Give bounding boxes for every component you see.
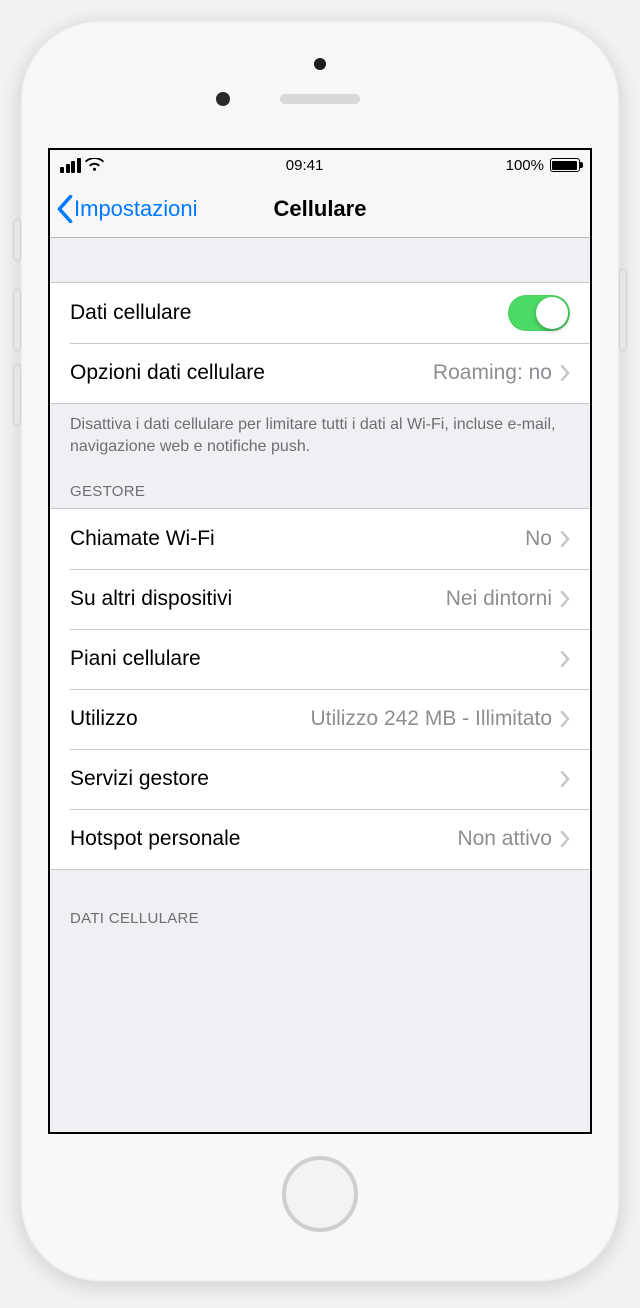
- personal-hotspot-row[interactable]: Hotspot personale Non attivo: [50, 809, 590, 869]
- personal-hotspot-value: Non attivo: [457, 827, 552, 851]
- chevron-right-icon: [560, 531, 570, 547]
- cellular-signal-icon: [60, 158, 81, 173]
- cellular-data-options-label: Opzioni dati cellulare: [70, 361, 265, 385]
- chevron-right-icon: [560, 591, 570, 607]
- cellular-data-options-row[interactable]: Opzioni dati cellulare Roaming: no: [50, 343, 590, 403]
- cellular-data-label: Dati cellulare: [70, 301, 191, 325]
- volume-down-button: [14, 365, 20, 425]
- chevron-right-icon: [560, 771, 570, 787]
- home-button[interactable]: [282, 1156, 358, 1232]
- screen: 09:41 100% Impostazioni Cellulare Dati c…: [48, 148, 592, 1134]
- cellular-data-options-value: Roaming: no: [433, 361, 552, 385]
- carrier-services-label: Servizi gestore: [70, 767, 209, 791]
- device-top-bezel: [48, 48, 592, 148]
- cellular-data-group: Dati cellulare Opzioni dati cellulare Ro…: [50, 238, 590, 457]
- status-time: 09:41: [286, 157, 324, 174]
- wifi-calling-row[interactable]: Chiamate Wi-Fi No: [50, 509, 590, 569]
- carrier-group: GESTORE Chiamate Wi-Fi No Su altri dispo…: [50, 457, 590, 870]
- battery-percentage: 100%: [506, 157, 544, 174]
- status-bar: 09:41 100%: [50, 150, 590, 180]
- wifi-calling-value: No: [525, 527, 552, 551]
- iphone-device-frame: 09:41 100% Impostazioni Cellulare Dati c…: [20, 20, 620, 1282]
- chevron-right-icon: [560, 651, 570, 667]
- cellular-data-apps-header: DATI CELLULARE: [50, 870, 590, 935]
- front-camera: [216, 92, 230, 106]
- proximity-sensor: [314, 58, 326, 70]
- other-devices-value: Nei dintorni: [446, 587, 552, 611]
- chevron-left-icon: [56, 195, 74, 223]
- cellular-plans-label: Piani cellulare: [70, 647, 201, 671]
- back-button[interactable]: Impostazioni: [50, 195, 198, 223]
- mute-switch: [14, 220, 20, 260]
- chevron-right-icon: [560, 365, 570, 381]
- usage-row[interactable]: Utilizzo Utilizzo 242 MB - Illimitato: [50, 689, 590, 749]
- cellular-data-apps-group: DATI CELLULARE: [50, 870, 590, 935]
- cellular-data-row[interactable]: Dati cellulare: [50, 283, 590, 343]
- chevron-right-icon: [560, 711, 570, 727]
- volume-up-button: [14, 290, 20, 350]
- device-bottom-bezel: [48, 1134, 592, 1254]
- chevron-right-icon: [560, 831, 570, 847]
- navigation-bar: Impostazioni Cellulare: [50, 180, 590, 238]
- carrier-services-row[interactable]: Servizi gestore: [50, 749, 590, 809]
- earpiece-speaker: [280, 94, 360, 104]
- carrier-header: GESTORE: [50, 457, 590, 508]
- usage-label: Utilizzo: [70, 707, 138, 731]
- cellular-data-footer: Disattiva i dati cellulare per limitare …: [50, 404, 590, 457]
- battery-icon: [550, 158, 580, 172]
- personal-hotspot-label: Hotspot personale: [70, 827, 240, 851]
- cellular-plans-row[interactable]: Piani cellulare: [50, 629, 590, 689]
- cellular-data-toggle[interactable]: [508, 295, 570, 331]
- other-devices-label: Su altri dispositivi: [70, 587, 232, 611]
- page-title: Cellulare: [274, 196, 367, 222]
- other-devices-row[interactable]: Su altri dispositivi Nei dintorni: [50, 569, 590, 629]
- wifi-calling-label: Chiamate Wi-Fi: [70, 527, 215, 551]
- power-button: [620, 270, 626, 350]
- wifi-icon: [85, 158, 104, 172]
- back-label: Impostazioni: [74, 196, 198, 222]
- usage-value: Utilizzo 242 MB - Illimitato: [310, 707, 552, 731]
